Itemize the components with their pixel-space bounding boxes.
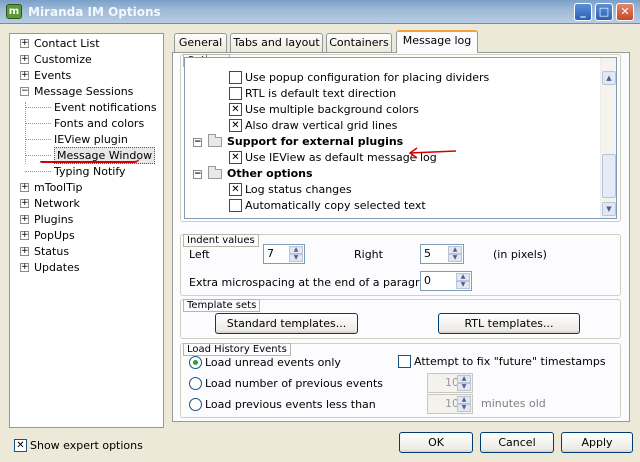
indent-right-spinner[interactable]: 5 ▲ ▼ <box>420 244 464 264</box>
apply-button[interactable]: Apply <box>561 432 633 453</box>
checkbox[interactable] <box>229 119 242 132</box>
indent-left-label: Left <box>189 248 210 261</box>
spin-up-icon[interactable]: ▲ <box>448 246 462 254</box>
checkbox[interactable] <box>398 355 411 368</box>
close-button[interactable]: ✕ <box>616 3 634 21</box>
folder-icon <box>208 134 222 147</box>
radio-button[interactable] <box>189 356 202 369</box>
collapse-icon[interactable]: − <box>20 87 29 96</box>
annotation-underline <box>40 157 140 163</box>
microspacing-label: Extra microspacing at the end of a parag… <box>189 276 441 289</box>
indent-units-label: (in pixels) <box>493 248 547 261</box>
options-window: m Miranda IM Options _ □ ✕ + Contact Lis… <box>0 0 640 462</box>
tab-containers[interactable]: Containers <box>326 33 392 52</box>
rtl-templates-button[interactable]: RTL templates... <box>438 313 580 334</box>
options-scrollbar[interactable]: ▲ ▼ <box>600 58 616 218</box>
spin-down-icon[interactable]: ▼ <box>457 383 471 391</box>
options-list[interactable]: Use popup configuration for placing divi… <box>184 57 617 219</box>
expand-icon[interactable]: + <box>20 247 29 256</box>
microspacing-spinner[interactable]: 0 ▲ ▼ <box>420 271 472 291</box>
minimize-button[interactable]: _ <box>574 3 592 21</box>
expand-icon[interactable]: + <box>20 183 29 192</box>
spin-down-icon[interactable]: ▼ <box>456 281 470 289</box>
collapse-icon[interactable]: − <box>193 170 202 179</box>
scroll-down-icon[interactable]: ▼ <box>602 202 616 216</box>
minutes-old-spinner[interactable]: 10 ▲ ▼ <box>427 394 473 414</box>
expert-checkbox[interactable] <box>14 439 27 452</box>
indent-left-spinner[interactable]: 7 ▲ ▼ <box>263 244 305 264</box>
checkbox[interactable] <box>229 183 242 196</box>
expand-icon[interactable]: + <box>20 215 29 224</box>
maximize-button[interactable]: □ <box>595 3 613 21</box>
spin-up-icon[interactable]: ▲ <box>456 273 470 281</box>
indent-right-label: Right <box>354 248 383 261</box>
spin-up-icon[interactable]: ▲ <box>457 396 471 404</box>
expand-icon[interactable]: + <box>20 39 29 48</box>
indent-group-title: Indent values <box>183 234 259 247</box>
scroll-up-icon[interactable]: ▲ <box>602 71 616 85</box>
tab-message-log[interactable]: Message log <box>396 30 478 53</box>
annotation-arrow-icon <box>408 147 457 159</box>
expand-icon[interactable]: + <box>20 263 29 272</box>
spin-down-icon[interactable]: ▼ <box>448 254 462 262</box>
expand-icon[interactable]: + <box>20 231 29 240</box>
spin-down-icon[interactable]: ▼ <box>289 254 303 262</box>
radio-button[interactable] <box>189 377 202 390</box>
tab-tabs-and-layout[interactable]: Tabs and layout <box>230 33 323 52</box>
scroll-thumb[interactable] <box>602 154 616 198</box>
event-count-spinner[interactable]: 10 ▲ ▼ <box>427 373 473 393</box>
radio-button[interactable] <box>189 398 202 411</box>
cancel-button[interactable]: Cancel <box>480 432 554 453</box>
minutes-old-label: minutes old <box>481 397 546 410</box>
checkbox[interactable] <box>229 71 242 84</box>
spin-down-icon[interactable]: ▼ <box>457 404 471 412</box>
template-sets-title: Template sets <box>183 299 261 312</box>
checkbox[interactable] <box>229 199 242 212</box>
standard-templates-button[interactable]: Standard templates... <box>215 313 358 334</box>
ok-button[interactable]: OK <box>399 432 473 453</box>
collapse-icon[interactable]: − <box>193 138 202 147</box>
expand-icon[interactable]: + <box>20 55 29 64</box>
spin-up-icon[interactable]: ▲ <box>289 246 303 254</box>
expand-icon[interactable]: + <box>20 71 29 80</box>
expand-icon[interactable]: + <box>20 199 29 208</box>
folder-icon <box>208 166 222 179</box>
checkbox[interactable] <box>229 87 242 100</box>
spin-up-icon[interactable]: ▲ <box>457 375 471 383</box>
tab-general[interactable]: General <box>174 33 227 52</box>
checkbox[interactable] <box>229 103 242 116</box>
title-bar[interactable]: m Miranda IM Options _ □ ✕ <box>0 0 640 24</box>
window-title: Miranda IM Options <box>28 5 161 19</box>
checkbox[interactable] <box>229 151 242 164</box>
miranda-icon: m <box>6 4 22 19</box>
options-tree: + Contact List + Customize + Events − Me… <box>9 33 164 428</box>
